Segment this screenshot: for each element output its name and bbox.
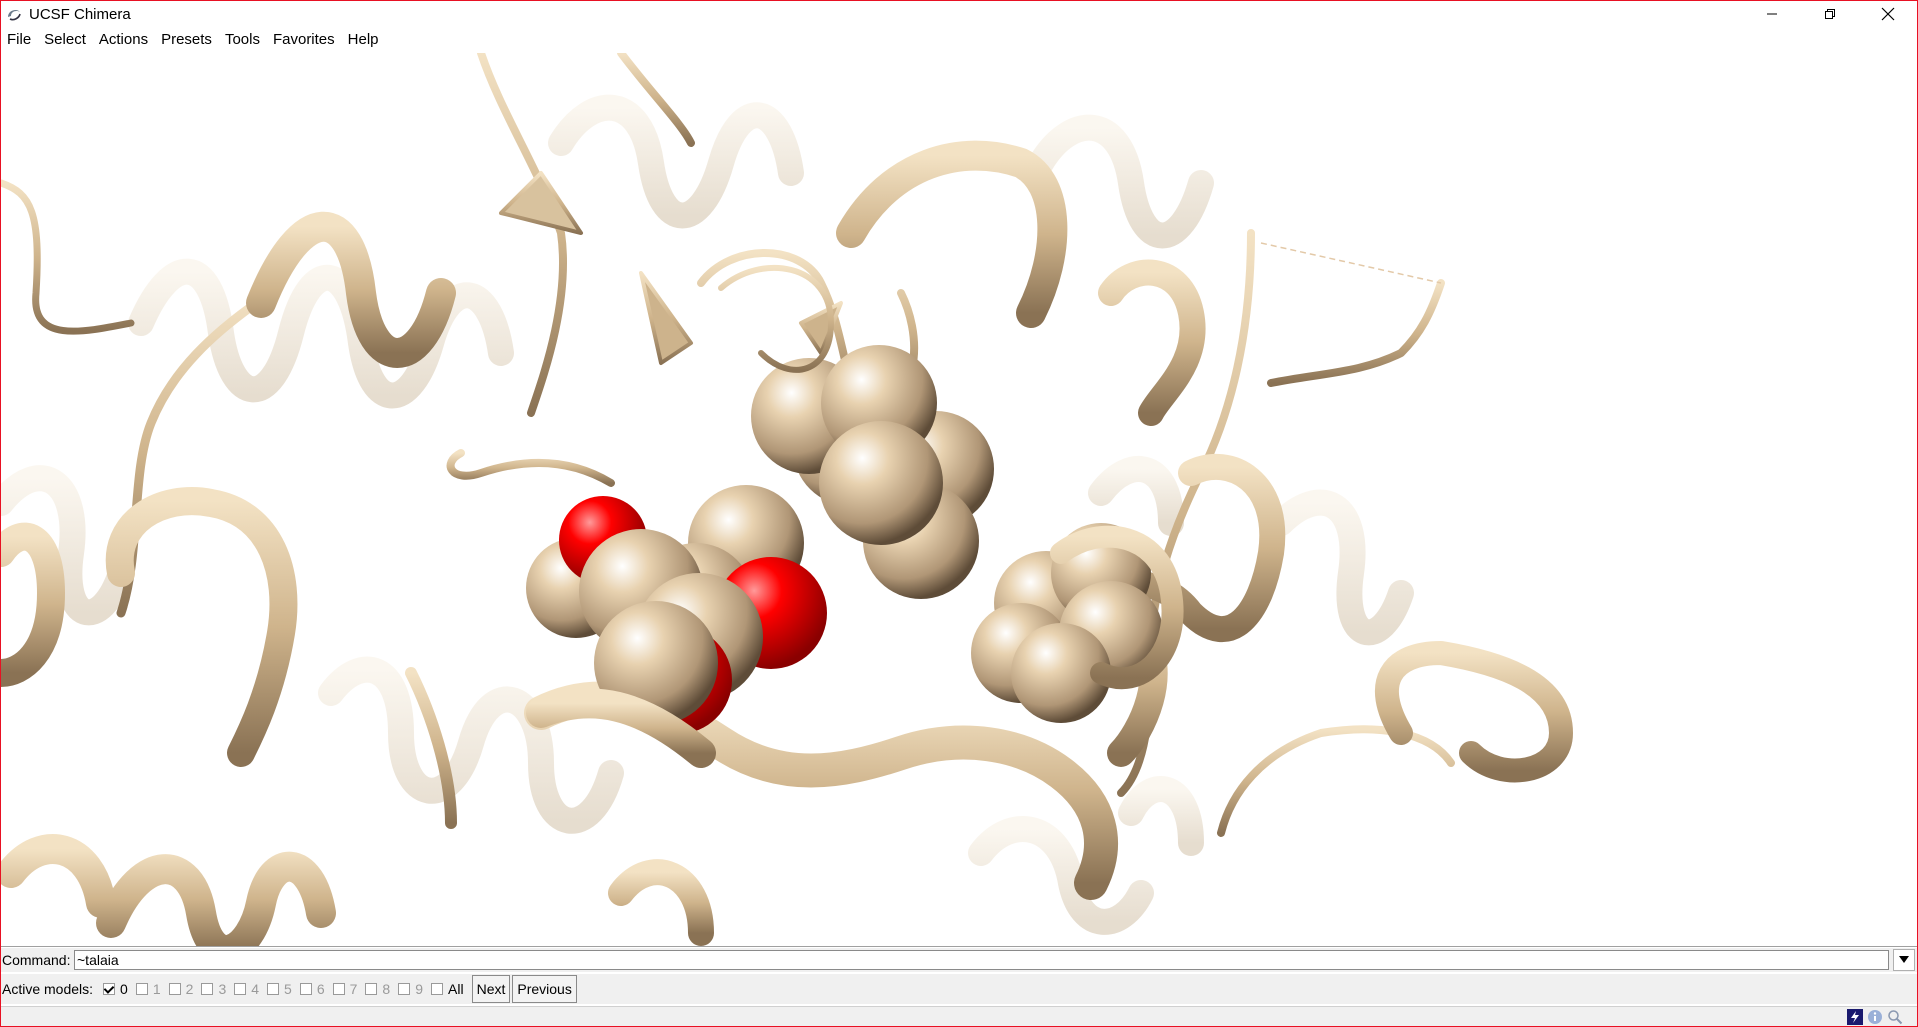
close-icon xyxy=(1881,7,1895,21)
command-row: Command: xyxy=(1,948,1917,972)
model-label: 9 xyxy=(415,981,424,997)
model-label: 3 xyxy=(218,981,227,997)
restore-button[interactable] xyxy=(1801,1,1859,27)
menu-tools[interactable]: Tools xyxy=(219,28,267,52)
restore-icon xyxy=(1825,9,1835,19)
minimize-icon xyxy=(1767,13,1777,15)
checkbox[interactable] xyxy=(135,983,148,995)
info-icon[interactable] xyxy=(1867,1009,1883,1025)
status-bar xyxy=(1,1006,1917,1026)
checkbox[interactable] xyxy=(332,983,345,995)
active-models-row: Active models: 0 1 2 3 4 5 6 7 8 9 All N… xyxy=(1,974,1917,1004)
model-checkbox-0[interactable]: 0 xyxy=(103,981,128,997)
next-button[interactable]: Next xyxy=(471,975,511,1003)
menu-help[interactable]: Help xyxy=(342,28,386,52)
window-title: UCSF Chimera xyxy=(29,5,131,23)
menu-presets[interactable]: Presets xyxy=(155,28,219,52)
checkbox[interactable] xyxy=(398,983,411,995)
menu-actions[interactable]: Actions xyxy=(93,28,155,52)
model-checkbox-4[interactable]: 4 xyxy=(234,981,259,997)
model-checkbox-8[interactable]: 8 xyxy=(365,981,390,997)
checkbox[interactable] xyxy=(201,983,214,995)
chimera-icon xyxy=(5,5,23,23)
checkbox[interactable] xyxy=(234,983,247,995)
model-checkbox-5[interactable]: 5 xyxy=(267,981,292,997)
magnifier-icon[interactable] xyxy=(1887,1009,1903,1025)
command-history-dropdown[interactable] xyxy=(1893,949,1915,971)
menu-favorites[interactable]: Favorites xyxy=(267,28,342,52)
graphics-viewport[interactable] xyxy=(1,53,1917,947)
model-label: 2 xyxy=(185,981,194,997)
model-checkbox-2[interactable]: 2 xyxy=(168,981,194,997)
active-models-label: Active models: xyxy=(2,981,94,997)
model-label: 7 xyxy=(349,981,358,997)
window-controls xyxy=(1743,1,1917,27)
lightning-icon[interactable] xyxy=(1847,1009,1863,1025)
menu-file[interactable]: File xyxy=(1,28,38,52)
model-checkbox-all[interactable]: All xyxy=(431,981,464,997)
model-label: 6 xyxy=(316,981,325,997)
checkbox[interactable] xyxy=(365,983,378,995)
menu-bar: File Select Actions Presets Tools Favori… xyxy=(1,28,1917,52)
command-label: Command: xyxy=(2,952,71,968)
close-button[interactable] xyxy=(1859,1,1917,27)
model-label: All xyxy=(448,981,464,997)
model-checkbox-3[interactable]: 3 xyxy=(201,981,226,997)
model-checkbox-7[interactable]: 7 xyxy=(332,981,358,997)
minimize-button[interactable] xyxy=(1743,1,1801,27)
checkbox[interactable] xyxy=(431,983,444,995)
title-bar: UCSF Chimera xyxy=(1,1,1917,27)
previous-button[interactable]: Previous xyxy=(512,975,577,1003)
command-input[interactable] xyxy=(74,950,1889,970)
molecule-rendering xyxy=(1,53,1573,946)
model-label: 5 xyxy=(284,981,292,997)
model-label: 4 xyxy=(251,981,260,997)
checkbox[interactable] xyxy=(168,983,181,995)
model-label: 0 xyxy=(120,981,128,997)
checkbox[interactable] xyxy=(267,983,280,995)
status-icons xyxy=(1847,1009,1903,1025)
chimera-window: UCSF Chimera File Select Actions Presets… xyxy=(0,0,1918,1027)
model-checkbox-9[interactable]: 9 xyxy=(398,981,423,997)
checkbox[interactable] xyxy=(103,983,116,995)
chevron-down-icon xyxy=(1899,956,1909,963)
checkbox[interactable] xyxy=(299,983,312,995)
model-label: 8 xyxy=(382,981,391,997)
model-label: 1 xyxy=(152,981,161,997)
model-checkbox-1[interactable]: 1 xyxy=(135,981,161,997)
missing-segment-line xyxy=(1260,242,1442,284)
model-checkbox-6[interactable]: 6 xyxy=(299,981,325,997)
menu-select[interactable]: Select xyxy=(38,28,93,52)
